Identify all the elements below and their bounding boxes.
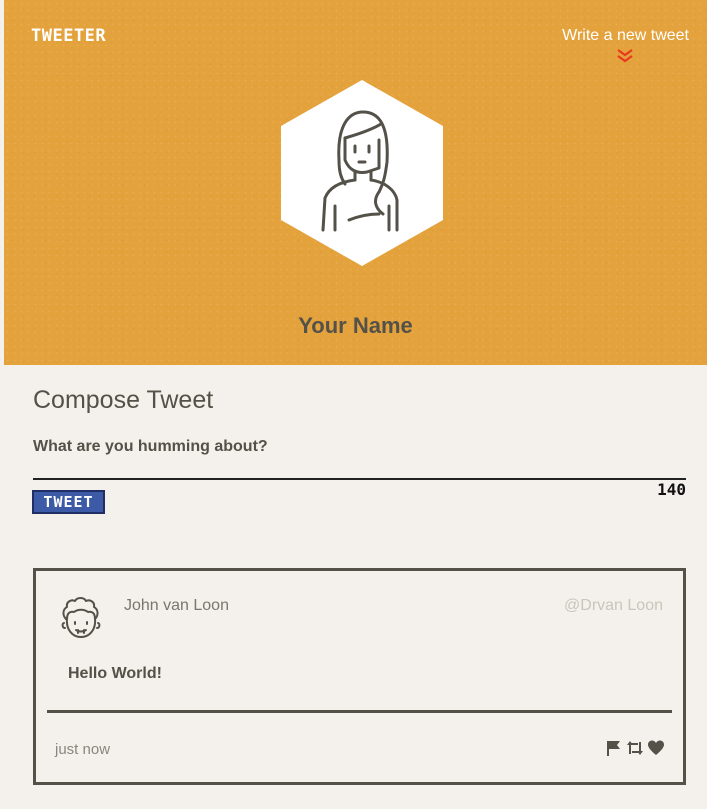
brand-logo[interactable]: TWEETER [31, 26, 106, 46]
compose-label: What are you humming about? [33, 438, 268, 455]
heart-icon[interactable] [647, 739, 665, 757]
retweet-icon[interactable] [626, 739, 644, 757]
write-new-tweet-link[interactable]: Write a new tweet [562, 27, 689, 45]
double-chevron-down-icon[interactable] [615, 48, 635, 64]
compose-title: Compose Tweet [33, 386, 214, 414]
profile-header: TWEETER Write a new tweet Your Name [4, 0, 707, 365]
tweet-author-name: John van Loon [124, 597, 229, 614]
tweet-actions [605, 739, 665, 757]
flag-icon[interactable] [605, 739, 623, 757]
tweet-divider [47, 710, 672, 713]
curly-hair-man-avatar-icon [61, 597, 101, 638]
character-counter: 140 [657, 480, 686, 499]
tweet-text-input[interactable] [33, 458, 686, 480]
tweet-timestamp: just now [55, 741, 111, 758]
tweet-author-handle: @Drvan Loon [564, 597, 663, 614]
tweet-body: Hello World! [68, 665, 162, 682]
tweet-card: John van Loon @Drvan Loon Hello World! j… [33, 568, 686, 785]
girl-avatar-icon [281, 80, 443, 266]
tweet-button[interactable]: TWEET [32, 490, 105, 514]
profile-name: Your Name [298, 313, 413, 338]
